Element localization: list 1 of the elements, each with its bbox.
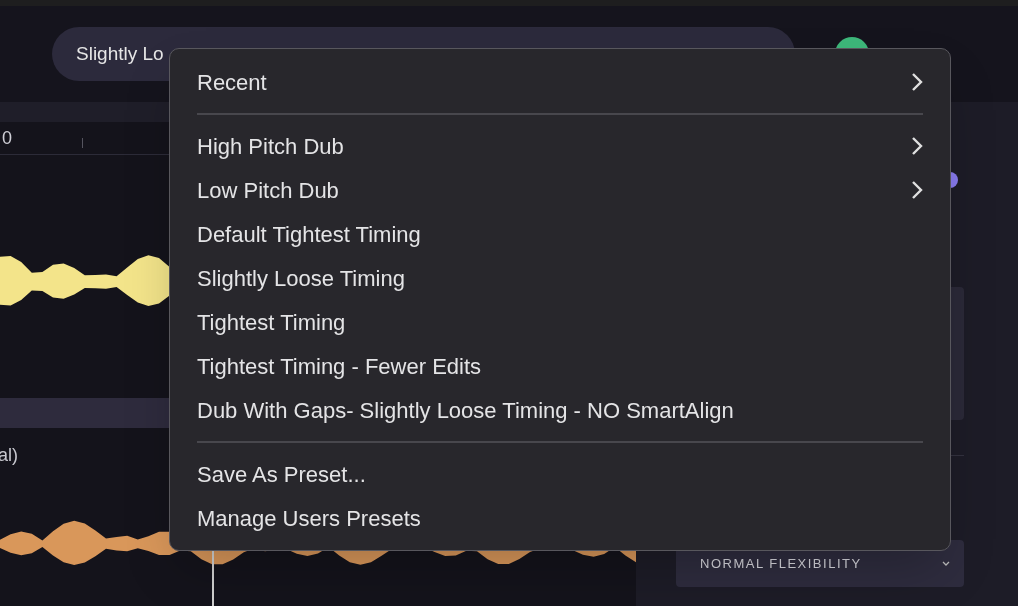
ruler-label: 0 [2, 126, 12, 150]
